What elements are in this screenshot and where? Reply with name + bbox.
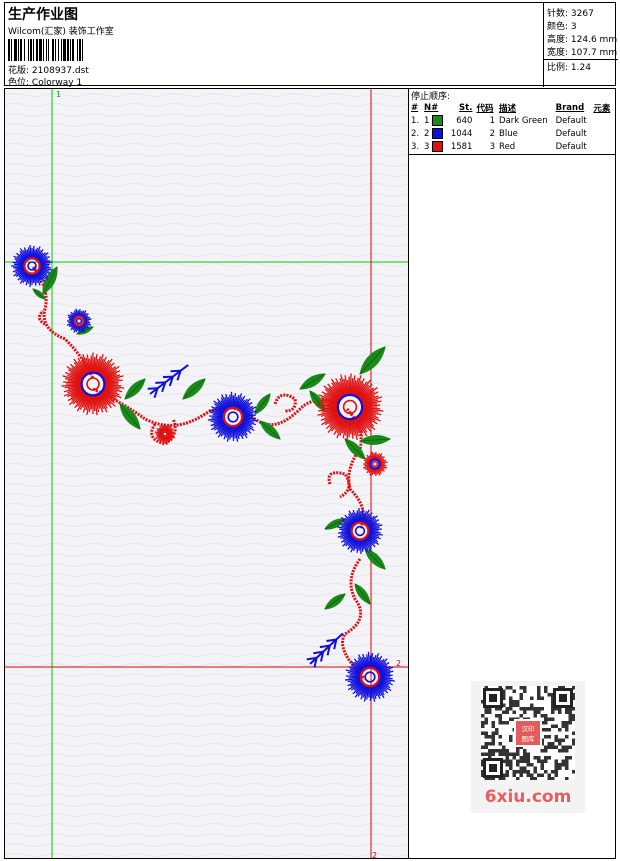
embroidery-design-canvas: 1 2 2 [4,88,409,859]
thread-brand: Default [555,115,587,126]
barcode [8,39,83,61]
stop-sequence-table: # N# St. 代码 描述 Brand 元素 1. 1 640 1 Dark … [409,101,614,153]
column-header: Brand [555,102,585,113]
column-header: # [411,102,419,113]
stitch-count: 640 [456,115,473,126]
thread-brand: Default [555,141,587,152]
table-divider [409,154,616,155]
page-title: 生产作业图 [8,7,78,23]
needle-number: 3 [424,142,430,152]
colorway-label: 色位: [8,78,30,88]
design-stats-panel: 针数: 3267 颜色: 3 高度: 124.6 mm 宽度: 107.7 mm… [543,3,618,87]
end-marker-2: 2 [396,659,401,668]
svg-text:汉印: 汉印 [522,725,535,733]
column-header: 元素 [593,103,611,114]
color-code: 1 [489,115,496,126]
color-code: 3 [489,141,496,152]
color-swatch-icon [432,128,444,139]
table-row: 2. 2 1044 2 Blue Default [409,127,614,140]
qr-code-icon: 汉印图库 [481,686,575,780]
stitch-count: 1044 [450,128,473,139]
row-number: 3. [411,141,420,152]
needle-number: 1 [424,116,430,126]
row-number: 1. [411,115,420,126]
color-description: Red [499,141,516,152]
column-header: 代码 [476,103,494,114]
color-description: Dark Green [499,115,548,126]
table-row: 1. 1 640 1 Dark Green Default [409,114,614,127]
color-swatch-icon [432,141,444,152]
svg-text:图库: 图库 [522,734,536,743]
stitch-count: 1581 [450,141,473,152]
studio-subtitle: Wilcom(汇家) 装饰工作室 [8,27,114,37]
needle-number: 2 [424,129,430,139]
end-marker-2-bottom: 2 [372,851,377,859]
watermark-brand: 6xiu.com [484,787,572,807]
worksheet-header: 生产作业图 Wilcom(汇家) 装饰工作室 花版: 2108937.dst 色… [4,2,618,88]
column-header: 描述 [499,103,517,114]
color-swatch-icon [432,115,444,126]
column-header: St. [459,102,473,113]
start-marker-1: 1 [56,90,61,99]
row-number: 2. [411,128,420,139]
table-header-row: # N# St. 代码 描述 Brand 元素 [409,101,614,114]
stat-height: 高度: 124.6 mm [547,35,618,45]
table-row: 3. 3 1581 3 Red Default [409,140,614,153]
embroidery-preview: 1 2 2 [5,89,408,859]
colorway-value: Colorway 1 [31,78,83,88]
color-code: 2 [489,128,496,139]
column-header: N# [424,102,439,113]
colorway-line: 色位: Colorway 1 [8,75,82,88]
stat-colors: 颜色: 3 [547,22,577,32]
watermark-qr-box: 汉印 图库 6xiu.com [471,681,585,813]
thread-brand: Default [555,128,587,139]
color-description: Blue [499,128,518,139]
stat-width: 宽度: 107.7 mm [547,48,618,58]
stat-stitches: 针数: 3267 [547,9,594,19]
stat-scale: 比例: 1.24 [547,63,591,73]
